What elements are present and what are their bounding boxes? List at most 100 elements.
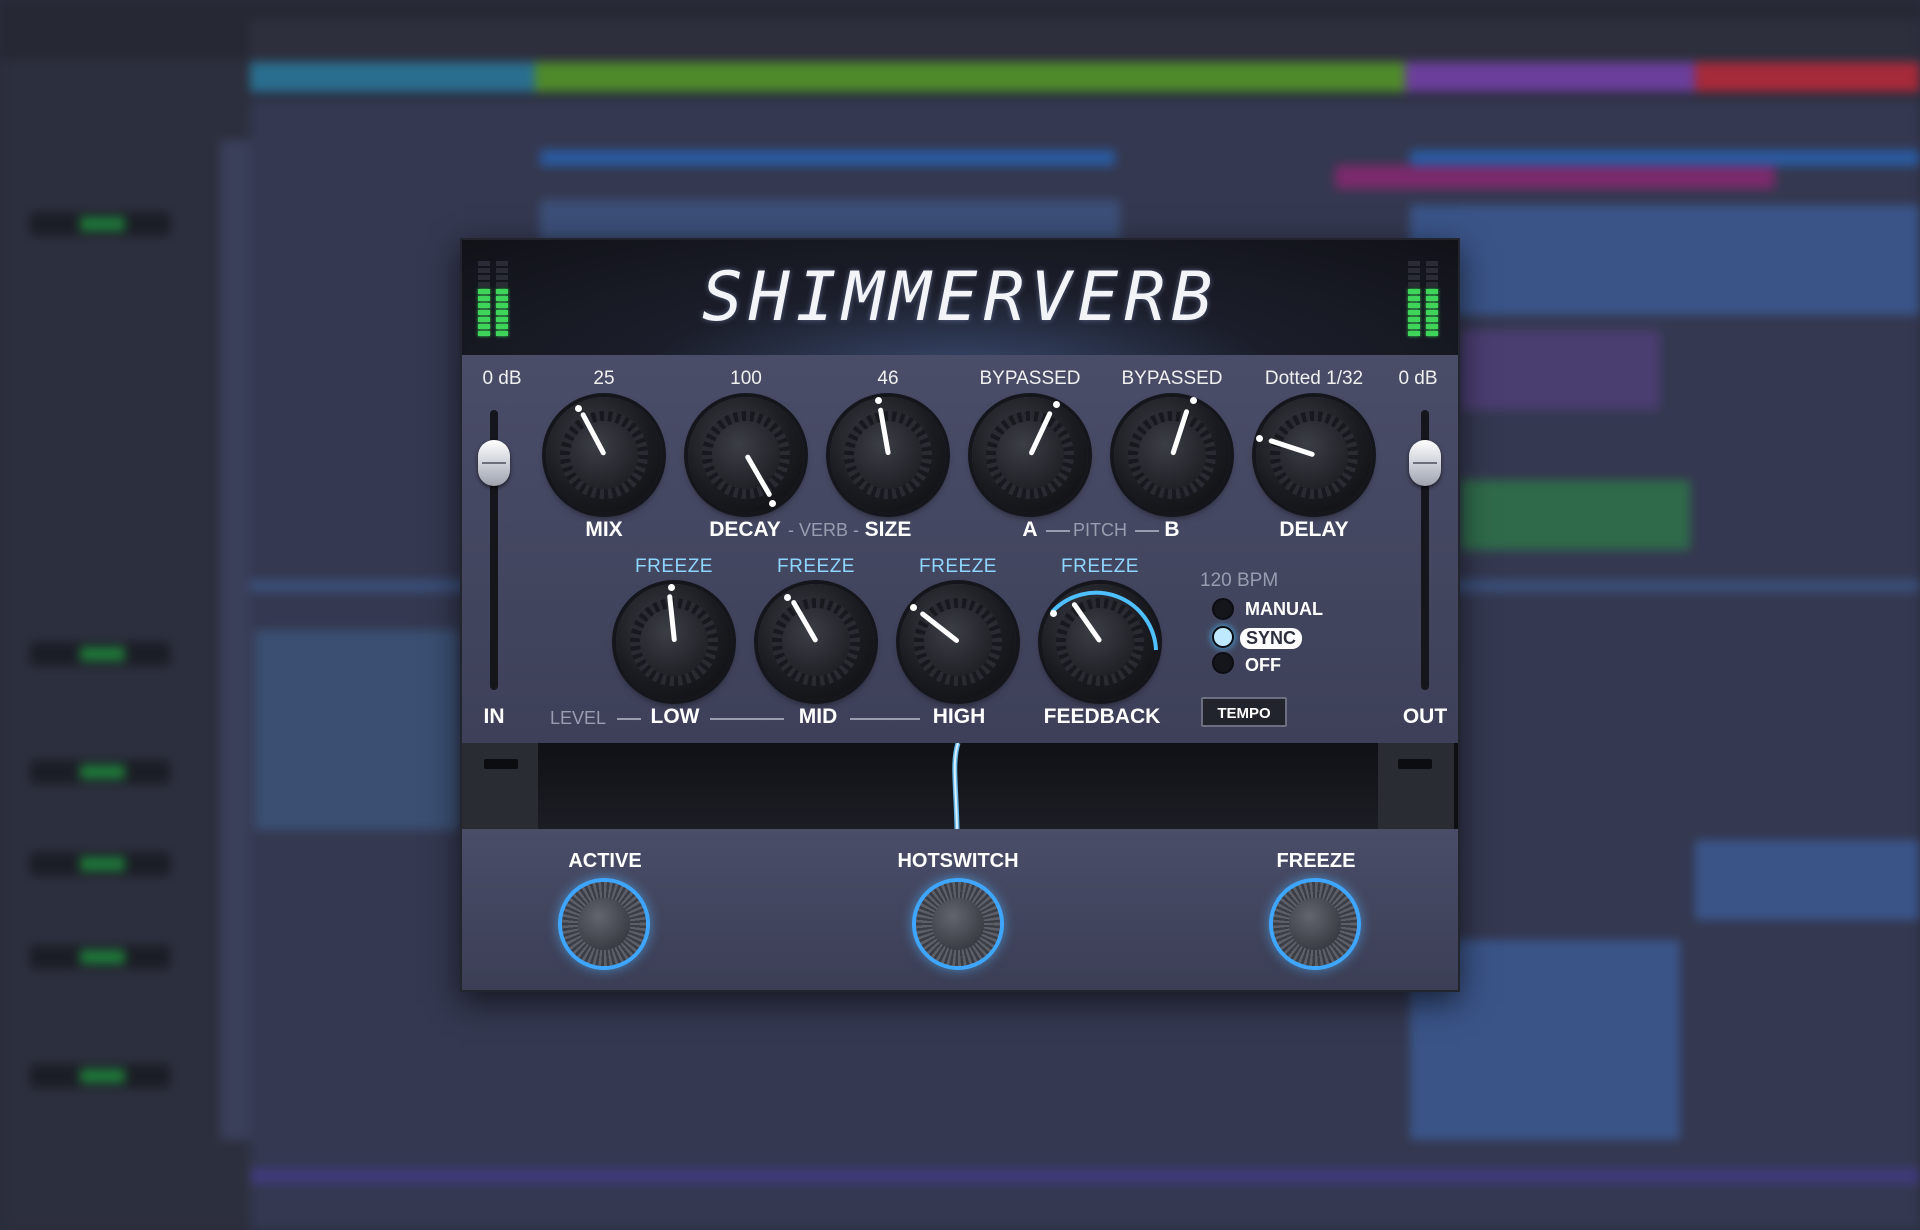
pitch-a-knob[interactable] <box>972 397 1088 513</box>
mix-knob[interactable] <box>546 397 662 513</box>
clip <box>1695 840 1920 920</box>
size-knob[interactable] <box>830 397 946 513</box>
meter-segment <box>496 261 508 266</box>
track-meter <box>30 852 170 876</box>
tempo-button[interactable]: TEMPO <box>1201 697 1287 727</box>
delay-knob[interactable] <box>1256 397 1372 513</box>
meter-segment <box>496 268 508 273</box>
meter-segment <box>496 310 508 315</box>
plugin-header: SHIMMERVERB <box>462 240 1458 355</box>
low-mid-line <box>710 718 784 720</box>
input-fader-thumb[interactable] <box>478 440 510 486</box>
active-footswitch[interactable] <box>562 882 646 966</box>
arranger-section <box>535 62 1405 92</box>
mid-knob[interactable] <box>758 584 874 700</box>
tempo-mode-off-radio[interactable] <box>1212 652 1234 674</box>
meter-segment <box>1408 310 1420 315</box>
feedback-label: FEEDBACK <box>1043 705 1161 728</box>
meter-segment <box>1426 268 1438 273</box>
active-label: ACTIVE <box>568 850 642 872</box>
tempo-mode-off-label[interactable]: OFF <box>1245 655 1281 676</box>
waveform-trace <box>952 743 961 829</box>
hotswitch-footswitch[interactable] <box>916 882 1000 966</box>
mix-label: MIX <box>585 518 623 541</box>
meter-segment <box>1408 303 1420 308</box>
delay-value: Dotted 1/32 <box>1264 368 1364 389</box>
meter-segment <box>1408 317 1420 322</box>
meter-segment <box>1408 331 1420 336</box>
low-label: LOW <box>650 705 700 728</box>
decay-value: 100 <box>730 368 762 389</box>
input-gain-fader[interactable] <box>478 410 510 690</box>
high-label: HIGH <box>932 705 986 728</box>
low-knob[interactable] <box>616 584 732 700</box>
meter-segment <box>496 303 508 308</box>
meter-segment <box>478 303 490 308</box>
track-meter <box>30 760 170 784</box>
arranger-section <box>1405 62 1695 92</box>
verb-group-label: - VERB - <box>788 520 860 540</box>
timeline-ruler <box>250 20 1920 61</box>
freeze-footswitch[interactable] <box>1273 882 1357 966</box>
meter-segment <box>478 275 490 280</box>
pitch-group-label: PITCH <box>1073 520 1127 540</box>
tempo-mode-manual-radio[interactable] <box>1212 598 1234 620</box>
meter-segment <box>1426 282 1438 287</box>
clip <box>1460 330 1660 410</box>
meter-segment <box>478 289 490 294</box>
freeze-label: FREEZE <box>1276 850 1356 872</box>
delay-label: DELAY <box>1279 518 1349 541</box>
clip <box>540 200 1120 240</box>
decay-label: DECAY <box>709 518 781 541</box>
meter-segment <box>496 282 508 287</box>
low-freeze-label: FREEZE <box>635 556 713 577</box>
output-gain-fader[interactable] <box>1409 410 1441 690</box>
display-left-button[interactable] <box>462 743 538 829</box>
pitch-a-value: BYPASSED <box>979 368 1081 389</box>
meter-segment <box>496 275 508 280</box>
tempo-mode-manual-label[interactable]: MANUAL <box>1245 599 1323 620</box>
tempo-bpm-readout: 120 BPM <box>1200 570 1279 591</box>
meter-segment <box>478 296 490 301</box>
meter-segment <box>478 317 490 322</box>
pitch-b-knob[interactable] <box>1114 397 1230 513</box>
meter-segment <box>478 268 490 273</box>
track-meter <box>30 212 170 236</box>
tempo-mode-sync-radio[interactable] <box>1212 626 1234 648</box>
meter-segment <box>1426 261 1438 266</box>
pitch-b-label: B <box>1164 518 1180 541</box>
high-knob[interactable] <box>900 584 1016 700</box>
meter-segment <box>478 310 490 315</box>
meter-segment <box>1426 317 1438 322</box>
level-group-label: LEVEL <box>550 708 607 728</box>
decay-knob[interactable] <box>688 397 804 513</box>
tempo-mode-sync-label[interactable]: SYNC <box>1240 628 1303 649</box>
meter-segment <box>1426 331 1438 336</box>
feedback-knob[interactable] <box>1042 584 1158 700</box>
meter-column <box>496 258 508 336</box>
pitch-b-value: BYPASSED <box>1121 368 1223 389</box>
input-level-meter <box>478 258 512 336</box>
tempo-mode-switch[interactable] <box>1212 594 1234 676</box>
meter-segment <box>478 261 490 266</box>
meter-segment <box>496 324 508 329</box>
meter-segment <box>478 324 490 329</box>
meter-segment <box>496 317 508 322</box>
display-right-button[interactable] <box>1378 743 1454 829</box>
hotswitch-label: HOTSWITCH <box>897 850 1019 872</box>
meter-segment <box>496 289 508 294</box>
meter-segment <box>1408 268 1420 273</box>
meter-segment <box>1426 324 1438 329</box>
level-line <box>617 718 641 720</box>
meter-segment <box>1408 261 1420 266</box>
meter-segment <box>1408 282 1420 287</box>
track-color-strip <box>220 140 250 1140</box>
high-freeze-label: FREEZE <box>919 556 997 577</box>
output-fader-thumb[interactable] <box>1409 440 1441 486</box>
clip <box>1410 150 1920 166</box>
track-lane <box>250 1168 1920 1184</box>
clip <box>540 150 1115 166</box>
meter-segment <box>496 296 508 301</box>
plugin-title: SHIMMERVERB <box>701 258 1219 337</box>
meter-segment <box>1408 289 1420 294</box>
